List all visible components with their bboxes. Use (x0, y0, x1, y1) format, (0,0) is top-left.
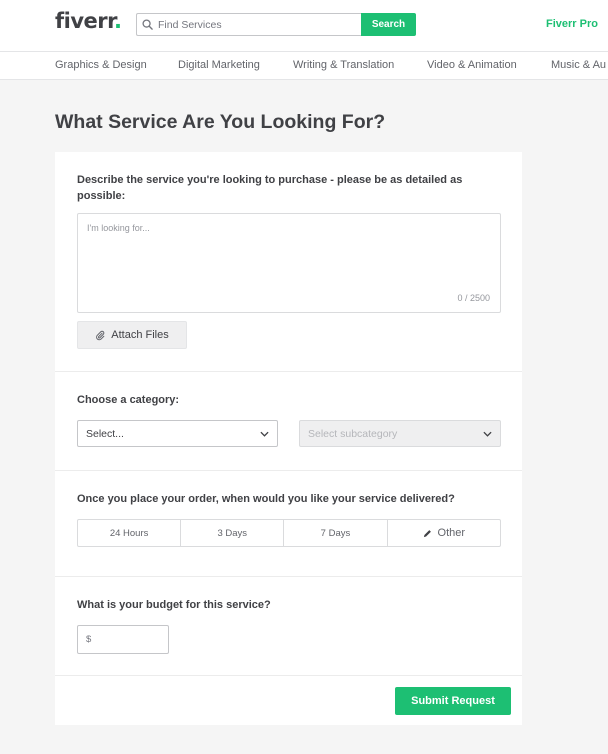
delivery-option-other[interactable]: Other (388, 520, 500, 546)
category-select[interactable]: Select... (77, 420, 278, 447)
char-count: 0 / 2500 (457, 293, 490, 303)
section-divider (55, 675, 522, 676)
nav-item-graphics-design[interactable]: Graphics & Design (55, 59, 147, 71)
search-button[interactable]: Search (361, 13, 416, 36)
budget-label: What is your budget for this service? (77, 599, 271, 611)
delivery-option-3-days[interactable]: 3 Days (181, 520, 285, 546)
section-divider (55, 576, 522, 577)
section-divider (55, 470, 522, 471)
fiverr-pro-link[interactable]: Fiverr Pro (546, 18, 598, 30)
category-select-value: Select... (86, 427, 124, 440)
describe-label: Describe the service you're looking to p… (77, 174, 463, 202)
paperclip-icon (96, 330, 105, 340)
nav-item-writing-translation[interactable]: Writing & Translation (293, 59, 394, 71)
pencil-icon (423, 529, 431, 537)
top-header: fiverr. Search Fiverr Pro (0, 0, 608, 52)
search-icon (142, 19, 153, 30)
chevron-down-icon (260, 431, 269, 437)
section-divider (55, 371, 522, 372)
chevron-down-icon (483, 431, 492, 437)
budget-field[interactable]: $ (77, 625, 169, 654)
currency-symbol: $ (86, 634, 92, 645)
logo-dot: . (114, 9, 122, 33)
search-input[interactable] (158, 18, 348, 31)
describe-textarea[interactable] (78, 214, 500, 312)
search-field[interactable] (136, 13, 361, 36)
fiverr-logo[interactable]: fiverr. (55, 9, 122, 33)
page-title: What Service Are You Looking For? (55, 111, 386, 133)
category-nav: Graphics & Design Digital Marketing Writ… (0, 52, 608, 80)
delivery-option-other-label: Other (437, 527, 466, 539)
nav-item-music-audio[interactable]: Music & Au (551, 59, 606, 71)
subcategory-select[interactable]: Select subcategory (299, 420, 501, 447)
delivery-label: Once you place your order, when would yo… (77, 493, 455, 505)
nav-item-video-animation[interactable]: Video & Animation (427, 59, 517, 71)
nav-item-digital-marketing[interactable]: Digital Marketing (178, 59, 260, 71)
delivery-option-7-days[interactable]: 7 Days (284, 520, 388, 546)
category-label: Choose a category: (77, 394, 180, 406)
attach-files-button[interactable]: Attach Files (77, 321, 187, 349)
submit-request-button[interactable]: Submit Request (395, 687, 511, 715)
request-form-card: Describe the service you're looking to p… (55, 152, 522, 725)
attach-files-label: Attach Files (111, 329, 169, 341)
subcategory-select-value: Select subcategory (308, 427, 398, 440)
search-bar: Search (136, 13, 416, 36)
describe-textarea-wrapper: 0 / 2500 (77, 213, 501, 313)
logo-text: fiverr (55, 9, 115, 33)
delivery-options: 24 Hours 3 Days 7 Days Other (77, 519, 501, 547)
delivery-option-24-hours[interactable]: 24 Hours (78, 520, 182, 546)
budget-input[interactable] (95, 634, 166, 645)
